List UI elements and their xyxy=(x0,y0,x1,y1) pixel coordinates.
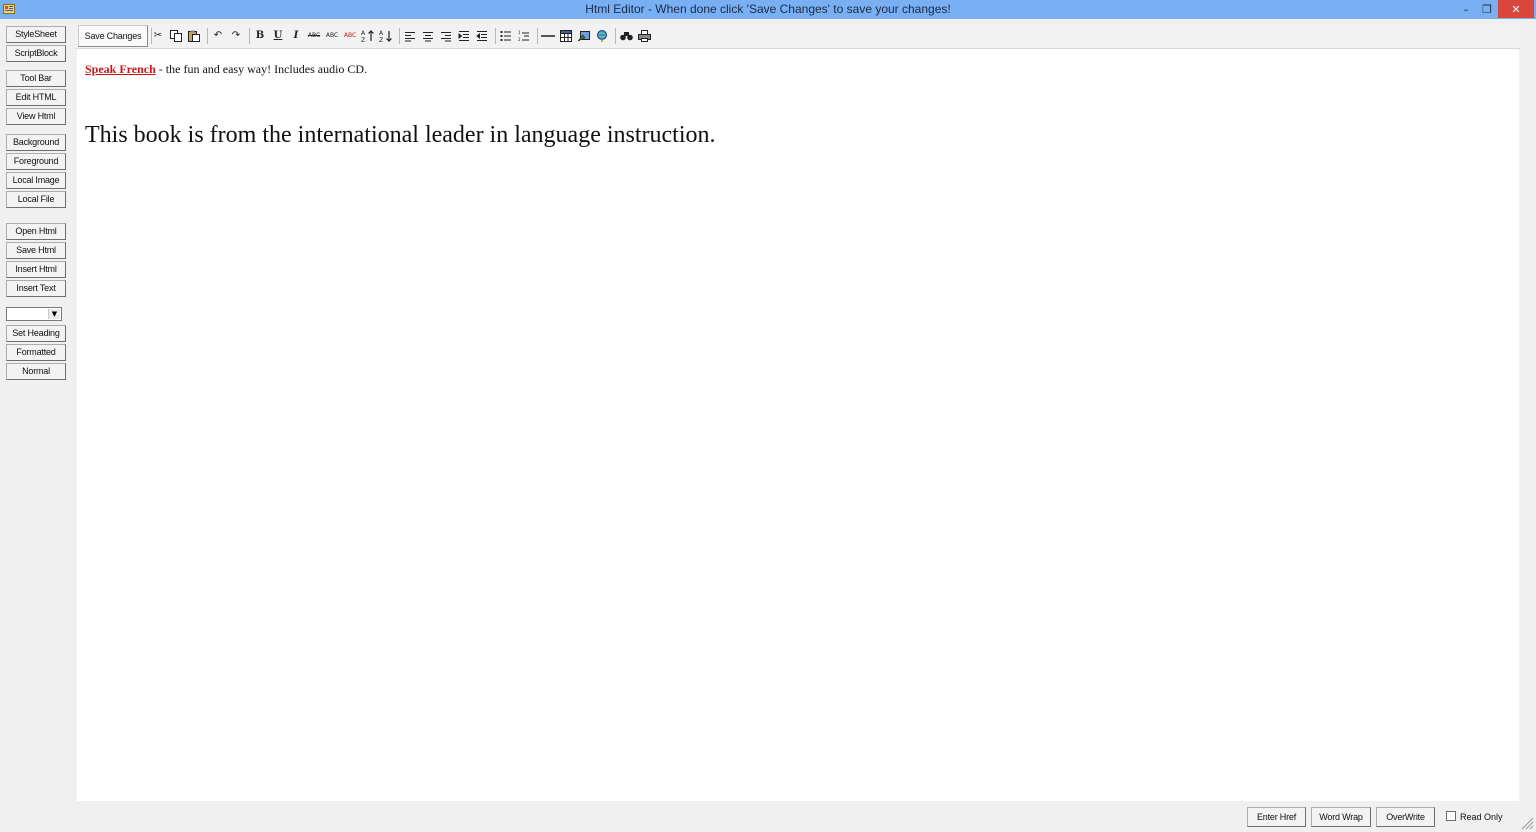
cut-icon[interactable]: ✂ xyxy=(150,28,166,44)
window-title: Html Editor - When done click 'Save Chan… xyxy=(585,2,951,16)
insert-text-button[interactable]: Insert Text xyxy=(6,280,66,297)
svg-text:A: A xyxy=(361,30,366,37)
body-heading: This book is from the international lead… xyxy=(85,122,716,148)
horizontal-rule-icon[interactable] xyxy=(540,28,556,44)
minimize-button[interactable]: – xyxy=(1456,0,1476,18)
formatted-button[interactable]: Formatted xyxy=(6,344,66,361)
toolbar-separator xyxy=(249,28,250,44)
subscript-icon[interactable]: ABC xyxy=(342,28,358,44)
word-wrap-button[interactable]: Word Wrap xyxy=(1311,807,1371,827)
read-only-checkbox[interactable] xyxy=(1446,811,1456,821)
scriptblock-button[interactable]: ScriptBlock xyxy=(6,45,66,62)
save-changes-button[interactable]: Save Changes xyxy=(78,25,148,47)
intro-line-text: - the fun and easy way! Includes audio C… xyxy=(155,62,368,76)
open-html-button[interactable]: Open Html xyxy=(6,223,66,240)
toolbar-separator xyxy=(615,28,616,44)
stylesheet-button[interactable]: StyleSheet xyxy=(6,26,66,43)
heading-select[interactable]: ▼ xyxy=(6,307,62,321)
align-right-icon[interactable] xyxy=(438,28,454,44)
intro-line: Speak French - the fun and easy way! Inc… xyxy=(85,62,367,76)
local-file-button[interactable]: Local File xyxy=(6,191,66,208)
set-heading-button[interactable]: Set Heading xyxy=(6,325,66,342)
bold-icon[interactable]: B xyxy=(252,28,268,44)
find-icon[interactable] xyxy=(618,28,634,44)
numbered-list-icon[interactable]: 12 xyxy=(516,28,532,44)
superscript-icon[interactable]: ABC xyxy=(324,28,340,44)
sidebar: StyleSheet ScriptBlock Tool Bar Edit HTM… xyxy=(0,19,74,809)
speak-french-link[interactable]: Speak French xyxy=(85,62,156,76)
dropdown-arrow-icon[interactable]: ▼ xyxy=(48,309,60,319)
toolbar: Save Changes ✂ ↶ ↷ B U I ABC ABC ABC AZ … xyxy=(76,24,1520,49)
foreground-button[interactable]: Foreground xyxy=(6,153,66,170)
enter-href-button[interactable]: Enter Href xyxy=(1247,807,1306,827)
table-icon[interactable] xyxy=(558,28,574,44)
toolbar-separator xyxy=(495,28,496,44)
normal-button[interactable]: Normal xyxy=(6,363,66,380)
view-html-button[interactable]: View Html xyxy=(6,108,66,125)
bulleted-list-icon[interactable] xyxy=(498,28,514,44)
insert-html-button[interactable]: Insert Html xyxy=(6,261,66,278)
sort-ascending-icon[interactable]: AZ xyxy=(360,28,376,44)
overwrite-button[interactable]: OverWrite xyxy=(1376,807,1435,827)
svg-text:A: A xyxy=(379,30,384,37)
tool-bar-button[interactable]: Tool Bar xyxy=(6,70,66,87)
align-left-icon[interactable] xyxy=(402,28,418,44)
resize-grip-icon[interactable] xyxy=(1520,816,1534,830)
redo-icon[interactable]: ↷ xyxy=(228,28,244,44)
svg-text:Z: Z xyxy=(361,37,365,43)
sort-descending-icon[interactable]: AZ xyxy=(378,28,394,44)
toolbar-separator xyxy=(399,28,400,44)
insert-link-icon[interactable] xyxy=(594,28,610,44)
toolbar-separator xyxy=(537,28,538,44)
edit-html-button[interactable]: Edit HTML xyxy=(6,89,66,106)
save-html-button[interactable]: Save Html xyxy=(6,242,66,259)
strikethrough-icon[interactable]: ABC xyxy=(306,28,322,44)
svg-text:1: 1 xyxy=(518,30,521,35)
toolbar-separator xyxy=(207,28,208,44)
indent-icon[interactable] xyxy=(456,28,472,44)
underline-icon[interactable]: U xyxy=(270,28,286,44)
background-button[interactable]: Background xyxy=(6,134,66,151)
maximize-button[interactable]: ❐ xyxy=(1477,0,1497,18)
read-only-label[interactable]: Read Only xyxy=(1460,811,1503,823)
svg-text:Z: Z xyxy=(379,37,383,43)
html-editor-window: Html Editor - When done click 'Save Chan… xyxy=(0,0,1536,832)
paste-icon[interactable] xyxy=(186,28,202,44)
svg-text:2: 2 xyxy=(518,37,521,42)
editor-area[interactable]: Speak French - the fun and easy way! Inc… xyxy=(77,49,1519,801)
local-image-button[interactable]: Local Image xyxy=(6,172,66,189)
bottom-bar: Enter Href Word Wrap OverWrite xyxy=(0,801,1536,832)
close-button[interactable]: ✕ xyxy=(1498,0,1534,18)
copy-icon[interactable] xyxy=(168,28,184,44)
align-center-icon[interactable] xyxy=(420,28,436,44)
italic-icon[interactable]: I xyxy=(288,28,304,44)
outdent-icon[interactable] xyxy=(474,28,490,44)
title-bar[interactable]: Html Editor - When done click 'Save Chan… xyxy=(0,0,1536,19)
undo-icon[interactable]: ↶ xyxy=(210,28,226,44)
print-icon[interactable] xyxy=(636,28,652,44)
insert-image-icon[interactable] xyxy=(576,28,592,44)
